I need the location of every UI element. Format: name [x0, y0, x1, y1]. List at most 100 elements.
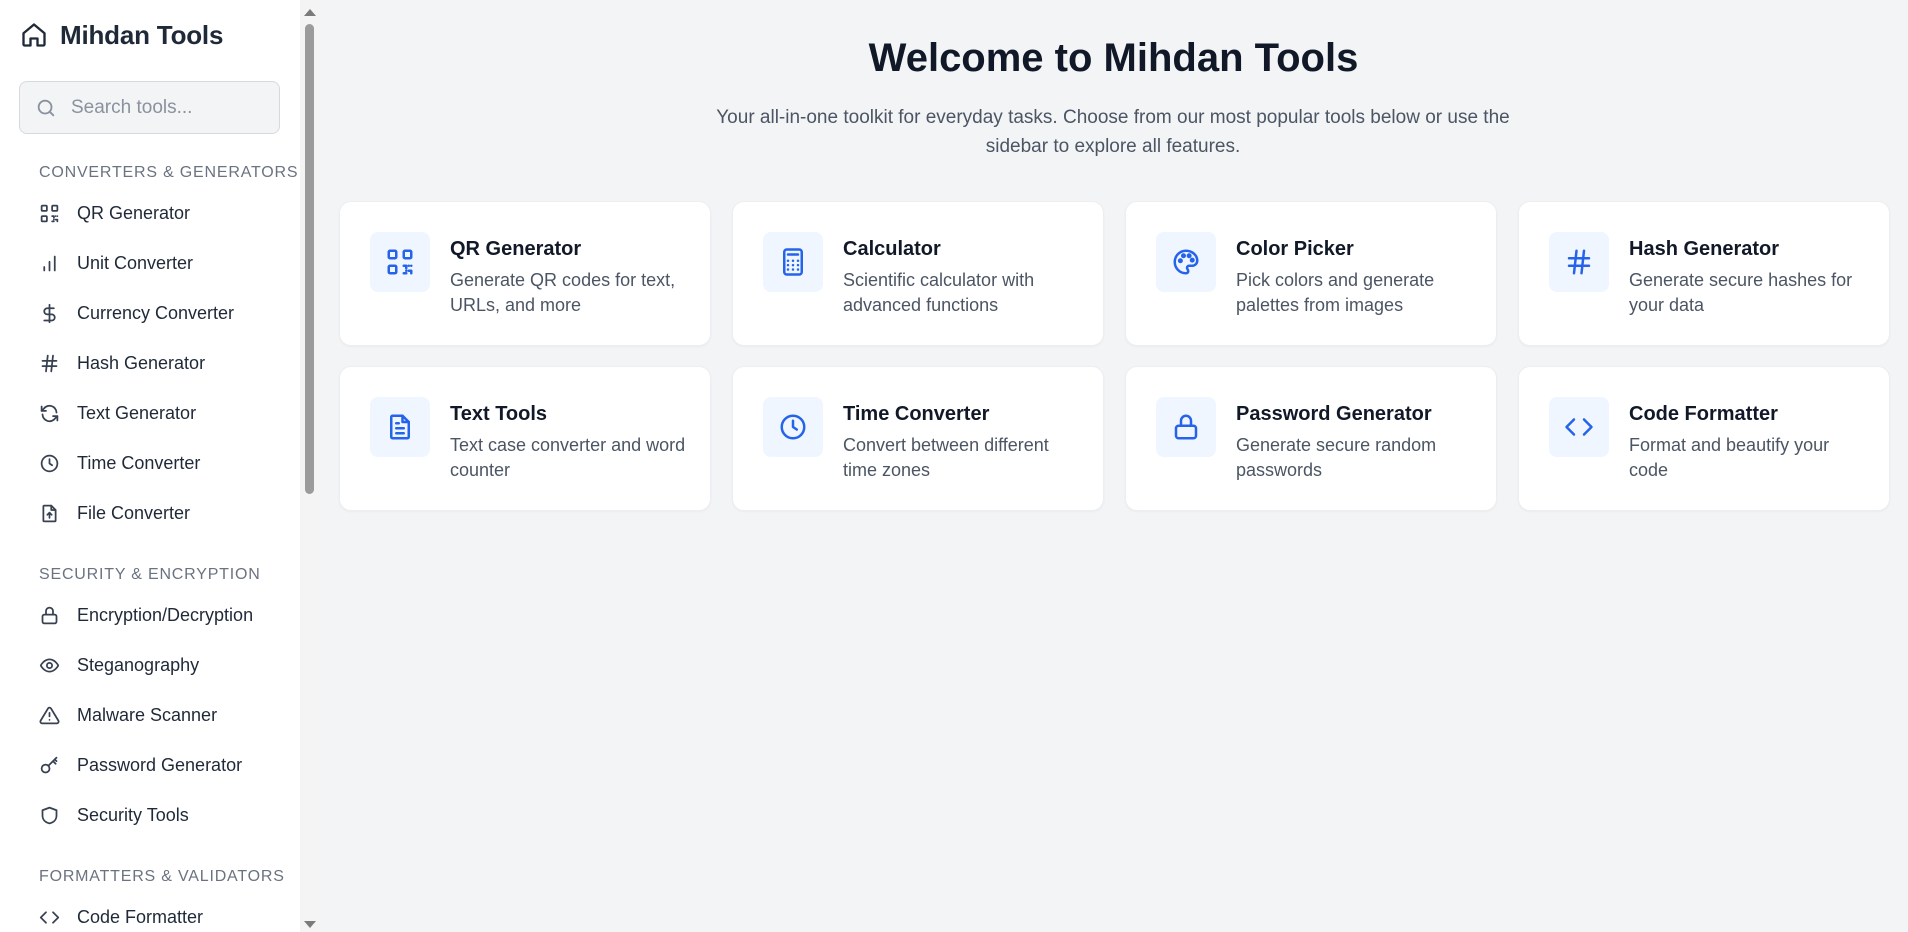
sidebar-item-label: Malware Scanner [77, 704, 218, 725]
lock-icon [1156, 397, 1216, 457]
tool-card-color-picker[interactable]: Color Picker Pick colors and generate pal… [1125, 201, 1497, 346]
eye-icon [39, 655, 60, 676]
sidebar-item-label: Steganography [77, 654, 200, 675]
brand[interactable]: Mihdan Tools [0, 0, 300, 70]
sidebar-item-label: Security Tools [77, 804, 189, 825]
key-icon [39, 755, 60, 776]
home-icon [20, 21, 48, 49]
tool-card-description: Text case converter and word counter [450, 435, 686, 480]
sidebar-item-label: Encryption/Decryption [77, 604, 254, 625]
tool-card-description: Generate QR codes for text, URLs, and mo… [450, 270, 676, 315]
hash-icon [39, 353, 60, 374]
tool-card-text: Time Converter Convert between different … [843, 397, 1083, 510]
clock-icon [763, 397, 823, 457]
document-icon [370, 397, 430, 457]
tool-card-title: QR Generator [450, 238, 582, 260]
sidebar-item-time-converter[interactable]: Time Converter [0, 438, 300, 488]
sidebar-item-file-converter[interactable]: File Converter [0, 488, 300, 538]
sidebar-item-code-formatter[interactable]: Code Formatter [0, 892, 300, 932]
sidebar: Mihdan Tools Converters & Generators QR G… [0, 0, 319, 932]
sidebar-item-label: Password Generator [77, 754, 243, 775]
page-title: Welcome to Mihdan Tools [868, 36, 1359, 80]
lock-icon [39, 605, 60, 626]
palette-icon [1156, 232, 1216, 292]
sidebar-section-title: Converters & Generators [39, 164, 299, 181]
sidebar-item-currency-converter[interactable]: Currency Converter [0, 288, 300, 338]
tool-card-title: Hash Generator [1629, 238, 1780, 260]
tool-card-password-generator[interactable]: Password Generator Generate secure random… [1125, 366, 1497, 511]
tool-card-text: Calculator Scientific calculator with adv… [843, 232, 1083, 345]
tool-card-qr-generator[interactable]: QR Generator Generate QR codes for text, … [339, 201, 711, 346]
tool-card-title: Time Converter [843, 403, 990, 425]
tool-card-text: Hash Generator Generate secure hashes for… [1629, 232, 1869, 345]
tool-card-text: Code Formatter Format and beautify your c… [1629, 397, 1869, 510]
sidebar-section-list: Code Formatter [0, 892, 300, 932]
sidebar-item-qr-generator[interactable]: QR Generator [0, 188, 300, 238]
main-content: Welcome to Mihdan Tools Your all-in-one … [319, 0, 1908, 932]
sidebar-section-title: Formatters & Validators [39, 868, 285, 885]
page-subtitle: Your all-in-one toolkit for everyday tas… [716, 107, 1510, 157]
sidebar-item-label: Unit Converter [77, 252, 194, 273]
sidebar-section-title: Security & Encryption [39, 566, 261, 583]
code-icon [39, 907, 60, 928]
tool-card-title: Calculator [843, 238, 941, 260]
tool-card-text: Text Tools Text case converter and word c… [450, 397, 690, 510]
sidebar-item-text-generator[interactable]: Text Generator [0, 388, 300, 438]
file-upload-icon [39, 503, 60, 524]
scroll-up-arrow[interactable] [304, 9, 316, 16]
tool-card-calculator[interactable]: Calculator Scientific calculator with adv… [732, 201, 1104, 346]
sidebar-item-label: QR Generator [77, 202, 191, 223]
clock-icon [39, 453, 60, 474]
qr-code-icon [370, 232, 430, 292]
sidebar-item-steganography[interactable]: Steganography [0, 640, 300, 690]
scroll-down-arrow[interactable] [304, 921, 316, 928]
tool-card-time-converter[interactable]: Time Converter Convert between different … [732, 366, 1104, 511]
bar-chart-icon [39, 253, 60, 274]
sidebar-item-label: Time Converter [77, 452, 201, 473]
tool-card-text: Color Picker Pick colors and generate pal… [1236, 232, 1476, 345]
scroll-thumb[interactable] [305, 24, 314, 494]
sidebar-item-label: File Converter [77, 502, 191, 523]
app-root: Mihdan Tools Converters & Generators QR G… [0, 0, 1908, 932]
tool-card-description: Format and beautify your code [1629, 435, 1830, 480]
sidebar-item-label: Currency Converter [77, 302, 235, 323]
refresh-icon [39, 403, 60, 424]
search-box[interactable] [19, 81, 280, 134]
tool-card-code-formatter[interactable]: Code Formatter Format and beautify your c… [1518, 366, 1890, 511]
search-input[interactable] [71, 96, 261, 119]
sidebar-scrollbar[interactable] [300, 0, 319, 932]
tool-card-text: Password Generator Generate secure random… [1236, 397, 1476, 510]
tool-card-title: Text Tools [450, 403, 548, 425]
tool-card-hash-generator[interactable]: Hash Generator Generate secure hashes for… [1518, 201, 1890, 346]
hash-icon [1549, 232, 1609, 292]
sidebar-item-label: Text Generator [77, 402, 197, 423]
sidebar-section-list: Encryption/Decryption Steganography Malwar… [0, 590, 300, 840]
sidebar-item-malware-scanner[interactable]: Malware Scanner [0, 690, 300, 740]
code-icon [1549, 397, 1609, 457]
tool-card-title: Password Generator [1236, 403, 1432, 425]
warning-icon [39, 705, 60, 726]
dollar-icon [39, 303, 60, 324]
tool-card-text: QR Generator Generate QR codes for text, … [450, 232, 690, 345]
sidebar-item-password-generator[interactable]: Password Generator [0, 740, 300, 790]
sidebar-item-encryption-decryption[interactable]: Encryption/Decryption [0, 590, 300, 640]
sidebar-content: Mihdan Tools Converters & Generators QR G… [0, 0, 300, 932]
sidebar-section-list: QR Generator Unit Converter Currency Conve… [0, 188, 300, 538]
sidebar-item-label: Hash Generator [77, 352, 206, 373]
tool-card-text-tools[interactable]: Text Tools Text case converter and word c… [339, 366, 711, 511]
app-title: Mihdan Tools [60, 19, 224, 50]
tool-card-description: Scientific calculator with advanced func… [843, 270, 1035, 315]
tool-card-description: Convert between different time zones [843, 435, 1049, 480]
tools-grid: QR Generator Generate QR codes for text, … [339, 201, 1890, 511]
sidebar-item-unit-converter[interactable]: Unit Converter [0, 238, 300, 288]
sidebar-item-hash-generator[interactable]: Hash Generator [0, 338, 300, 388]
tool-card-description: Generate secure hashes for your data [1629, 270, 1853, 315]
tool-card-description: Generate secure random passwords [1236, 435, 1437, 480]
search-icon [35, 97, 57, 119]
shield-icon [39, 805, 60, 826]
sidebar-item-label: Code Formatter [77, 906, 204, 927]
tool-card-title: Code Formatter [1629, 403, 1778, 425]
tool-card-title: Color Picker [1236, 238, 1354, 260]
sidebar-item-security-tools[interactable]: Security Tools [0, 790, 300, 840]
calculator-icon [763, 232, 823, 292]
